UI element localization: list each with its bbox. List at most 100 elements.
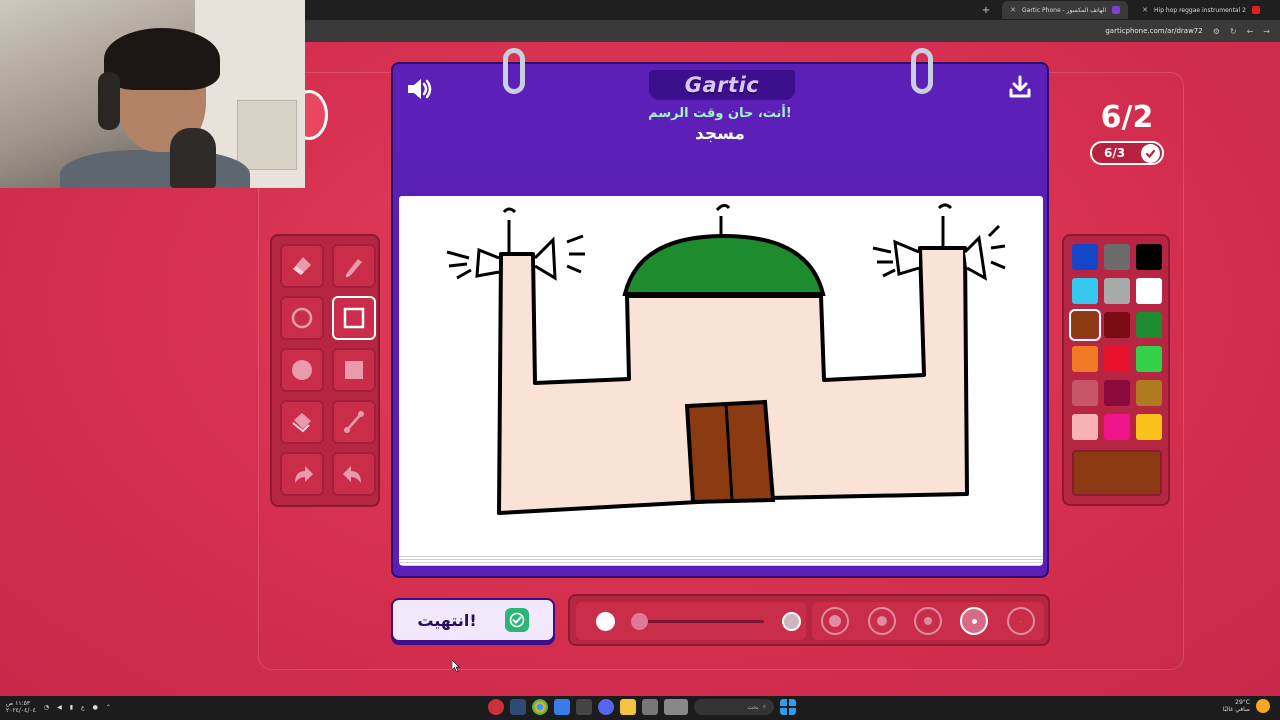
brush-size-button[interactable] — [867, 607, 896, 635]
webcam-headset — [98, 72, 120, 130]
forward-icon[interactable]: → — [1263, 27, 1270, 36]
download-icon[interactable] — [1007, 74, 1033, 100]
brush-size-button[interactable] — [960, 607, 989, 635]
color-swatch[interactable] — [1136, 414, 1162, 440]
opacity-full-icon — [596, 612, 615, 631]
widget-icon[interactable] — [664, 699, 688, 715]
reload-icon[interactable]: ↻ — [1230, 27, 1237, 36]
brush-size-dot-icon — [923, 617, 932, 625]
brush-size-button[interactable] — [821, 607, 850, 635]
webcam-overlay — [0, 0, 305, 188]
clock-time: ١١:٥٣ ص — [6, 700, 31, 707]
brush-size-dot-icon — [1020, 620, 1022, 622]
window-icon[interactable] — [642, 699, 658, 715]
mic-icon[interactable]: ● — [93, 704, 98, 711]
color-swatch[interactable] — [1136, 244, 1162, 270]
youtube-favicon-icon — [1252, 6, 1260, 14]
taskbar-search[interactable]: بحث ⌕ — [694, 699, 774, 715]
rectangle-filled-tool[interactable] — [332, 348, 376, 392]
color-swatch[interactable] — [1104, 312, 1130, 338]
color-swatch[interactable] — [1072, 414, 1098, 440]
chevron-up-icon[interactable]: ⌃ — [106, 704, 111, 711]
sound-icon[interactable] — [405, 76, 435, 102]
volume-icon[interactable]: ◀ — [57, 704, 62, 711]
circle-filled-tool[interactable] — [280, 348, 324, 392]
logo-bar: Gartic — [649, 70, 795, 100]
opacity-slider-thumb[interactable] — [631, 613, 648, 630]
circle-outline-icon — [291, 307, 313, 329]
tab-gartic[interactable]: ✕ Gartic Phone - الهاتف المكسور — [1002, 1, 1129, 19]
pencil-tool[interactable] — [332, 244, 376, 288]
tab-music[interactable]: ✕ Hip hop reggae instrumental 2 — [1134, 1, 1268, 19]
tune-icon[interactable]: ⚙ — [1213, 27, 1220, 36]
language-indicator[interactable]: ع — [81, 704, 85, 711]
new-tab-button[interactable]: + — [982, 5, 990, 16]
back-icon[interactable]: ← — [1247, 27, 1254, 36]
discord-icon[interactable] — [598, 699, 614, 715]
steam-icon[interactable] — [510, 699, 526, 715]
prompt-word: مسجد — [695, 124, 745, 144]
app-icon-1[interactable] — [488, 699, 504, 715]
windows-start-icon[interactable] — [780, 699, 796, 715]
notebook-pages — [399, 554, 1043, 566]
rectangle-filled-icon — [345, 361, 363, 379]
rectangle-outline-icon — [343, 307, 365, 329]
color-swatch[interactable] — [1136, 312, 1162, 338]
color-swatch[interactable] — [1072, 380, 1098, 406]
clock[interactable]: ١١:٥٣ ص ٢٠٢٤/٠٤/٠٤ — [6, 700, 36, 714]
tab-title: Hip hop reggae instrumental 2 — [1154, 6, 1246, 14]
notebook-header: Gartic أنت، حان وقت الرسم! مسجد — [393, 64, 1047, 152]
color-swatch[interactable] — [1104, 380, 1130, 406]
color-swatch[interactable] — [1104, 278, 1130, 304]
webcam-microphone — [170, 128, 216, 188]
weather-widget[interactable]: 29°C صافي غالبًا — [1223, 699, 1270, 713]
prompt-subtitle: أنت، حان وقت الرسم! — [648, 106, 792, 121]
rectangle-outline-tool[interactable] — [332, 296, 376, 340]
search-icon: ⌕ — [762, 703, 766, 710]
folder-icon[interactable] — [620, 699, 636, 715]
color-swatch[interactable] — [1104, 244, 1130, 270]
color-swatch[interactable] — [1136, 278, 1162, 304]
webcam-person-shirt — [60, 150, 250, 188]
notes-icon[interactable] — [554, 699, 570, 715]
done-button[interactable]: انتهيت! — [391, 598, 555, 642]
color-swatch[interactable] — [1072, 278, 1098, 304]
circle-outline-tool[interactable] — [280, 296, 324, 340]
color-swatch[interactable] — [1072, 346, 1098, 372]
round-counter: 6/2 — [1100, 100, 1154, 135]
drawing-canvas[interactable] — [399, 196, 1043, 556]
redo-tool[interactable] — [280, 452, 324, 496]
opacity-low-icon — [782, 612, 801, 631]
color-swatch[interactable] — [1104, 414, 1130, 440]
brush-size-button[interactable] — [1006, 607, 1035, 635]
opacity-slider-track[interactable] — [634, 620, 764, 623]
webcam-person-hair — [104, 28, 220, 90]
color-swatch[interactable] — [1069, 309, 1101, 341]
close-tab-icon[interactable]: ✕ — [1010, 6, 1016, 14]
eraser-tool[interactable] — [280, 244, 324, 288]
brush-size-button[interactable] — [913, 607, 942, 635]
fill-bucket-icon — [292, 413, 311, 433]
line-tool[interactable] — [332, 400, 376, 444]
undo-icon — [343, 466, 361, 483]
wifi-icon[interactable]: ◔ — [44, 704, 49, 711]
color-swatch[interactable] — [1136, 380, 1162, 406]
fill-bucket-tool[interactable] — [280, 400, 324, 444]
brush-controls — [568, 594, 1050, 646]
taskbar-apps: بحث ⌕ — [488, 699, 796, 715]
chrome-icon[interactable] — [532, 699, 548, 715]
color-swatch[interactable] — [1104, 346, 1130, 372]
color-swatch[interactable] — [1072, 244, 1098, 270]
gartic-favicon-icon — [1112, 6, 1121, 14]
tools-panel — [270, 234, 380, 507]
undo-tool[interactable] — [332, 452, 376, 496]
battery-icon[interactable]: ▮ — [70, 704, 73, 711]
color-swatch[interactable] — [1136, 346, 1162, 372]
tab-title: Gartic Phone - الهاتف المكسور — [1022, 6, 1107, 14]
eraser-icon — [293, 257, 311, 275]
xbox-icon[interactable] — [576, 699, 592, 715]
url-text[interactable]: garticphone.com/ar/draw72 — [1105, 27, 1202, 35]
binder-ring-right — [911, 48, 933, 94]
close-tab-icon[interactable]: ✕ — [1142, 6, 1148, 14]
color-palette — [1062, 234, 1170, 506]
